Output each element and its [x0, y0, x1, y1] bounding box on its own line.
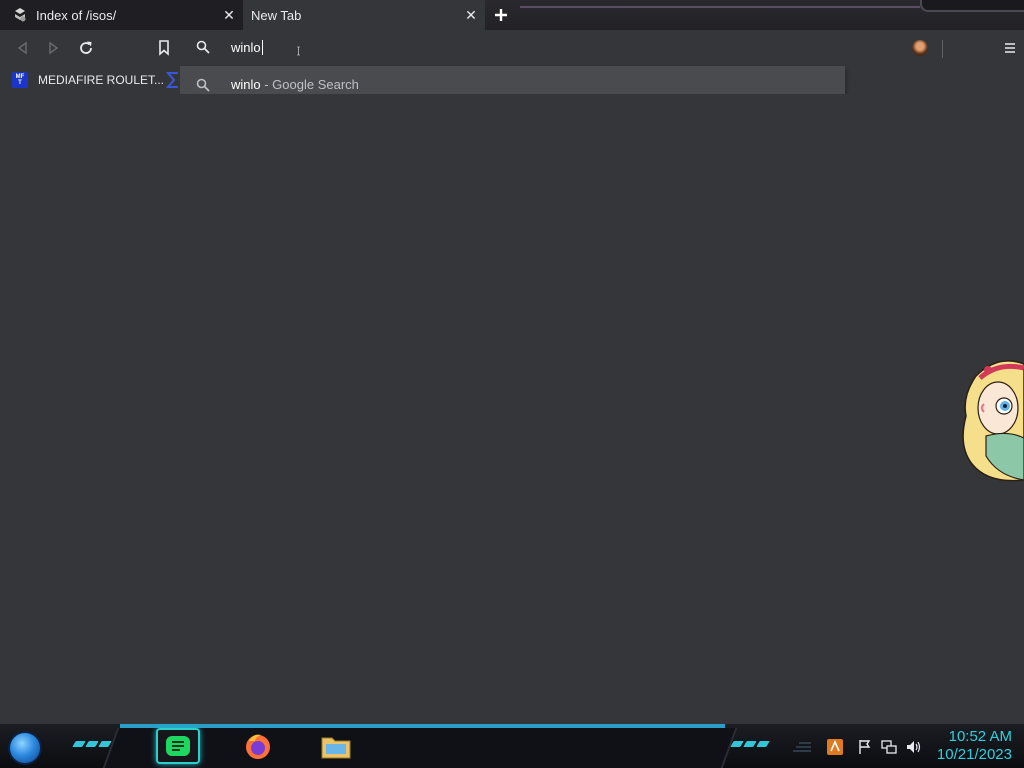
plus-icon [495, 9, 507, 21]
new-tab-button[interactable] [489, 4, 513, 26]
sigma-bookmark-icon[interactable] [166, 71, 180, 89]
profile-avatar[interactable] [912, 40, 928, 56]
address-input-value: winlo [231, 40, 261, 55]
taskbar-app-firefox[interactable] [236, 728, 280, 764]
tab-close-icon[interactable]: ✕ [217, 7, 241, 24]
bookmark-icon [159, 40, 169, 56]
bookmark-mediafire-roulette[interactable]: MF T MEDIAFIRE ROULET... [12, 71, 164, 89]
tab-title: Index of /isos/ [36, 7, 117, 23]
clock-time: 10:52 AM [948, 728, 1012, 745]
start-button[interactable] [8, 731, 42, 765]
forward-button[interactable] [42, 36, 66, 60]
suggestion-query: winlo [231, 77, 261, 92]
desktop: Index of /isos/ ✕ New Tab ✕ winlo winlo … [0, 0, 1024, 768]
ibeam-cursor-icon [297, 46, 300, 56]
page-favicon-icon [12, 7, 28, 23]
suggestion-text: winlo - Google Search [231, 77, 359, 92]
toolbar-separator [942, 40, 943, 58]
tab-title: New Tab [251, 7, 302, 23]
taskbar-chevrons-right [730, 741, 770, 751]
taskbar-app-notes[interactable] [156, 728, 200, 764]
back-arrow-icon [17, 41, 27, 55]
taskbar-clock[interactable]: 10:52 AM 10/21/2023 [937, 728, 1012, 764]
volume-icon[interactable] [904, 738, 922, 756]
network-icon[interactable] [880, 738, 898, 756]
back-button[interactable] [10, 36, 34, 60]
tab-new-tab[interactable]: New Tab ✕ [243, 0, 485, 30]
bookmark-button[interactable] [152, 36, 176, 60]
text-caret [261, 40, 263, 55]
tab-index-of-isos[interactable]: Index of /isos/ ✕ [0, 0, 243, 30]
tab-strip: Index of /isos/ ✕ New Tab ✕ [0, 0, 1024, 30]
window-frame-decoration [920, 0, 1024, 12]
firefox-icon [246, 734, 270, 759]
action-center-flag-icon[interactable] [856, 738, 874, 756]
suggestion-suffix: - Google Search [260, 77, 359, 92]
tray-show-hidden-icon[interactable] [790, 738, 814, 756]
tab-close-icon[interactable]: ✕ [459, 7, 483, 24]
page-content [0, 94, 1024, 724]
address-input[interactable]: winlo [231, 40, 263, 55]
folder-icon [321, 737, 351, 759]
mediafire-icon: MF T [12, 72, 28, 88]
search-icon [196, 40, 210, 54]
cartoon-character-sticker [962, 360, 1024, 482]
tab-strip-accent-line [520, 6, 920, 8]
bookmark-label: MEDIAFIRE ROULET... [38, 73, 165, 87]
search-icon [196, 78, 210, 92]
bookmarks-bar: MF T MEDIAFIRE ROULET... [0, 66, 180, 94]
taskbar-app-file-explorer[interactable] [314, 728, 358, 764]
toolbar-right [844, 30, 1024, 66]
forward-arrow-icon [49, 41, 59, 55]
clock-date: 10/21/2023 [936, 746, 1012, 763]
tray-app-icon[interactable] [826, 738, 844, 756]
taskbar-chevrons-left [72, 741, 112, 751]
taskbar-glow-strip [120, 724, 725, 728]
menu-icon[interactable] [1002, 40, 1018, 56]
reload-button[interactable] [74, 36, 98, 60]
notes-app-icon [166, 736, 190, 756]
address-bar[interactable]: winlo [180, 30, 845, 66]
reload-icon [80, 41, 92, 54]
